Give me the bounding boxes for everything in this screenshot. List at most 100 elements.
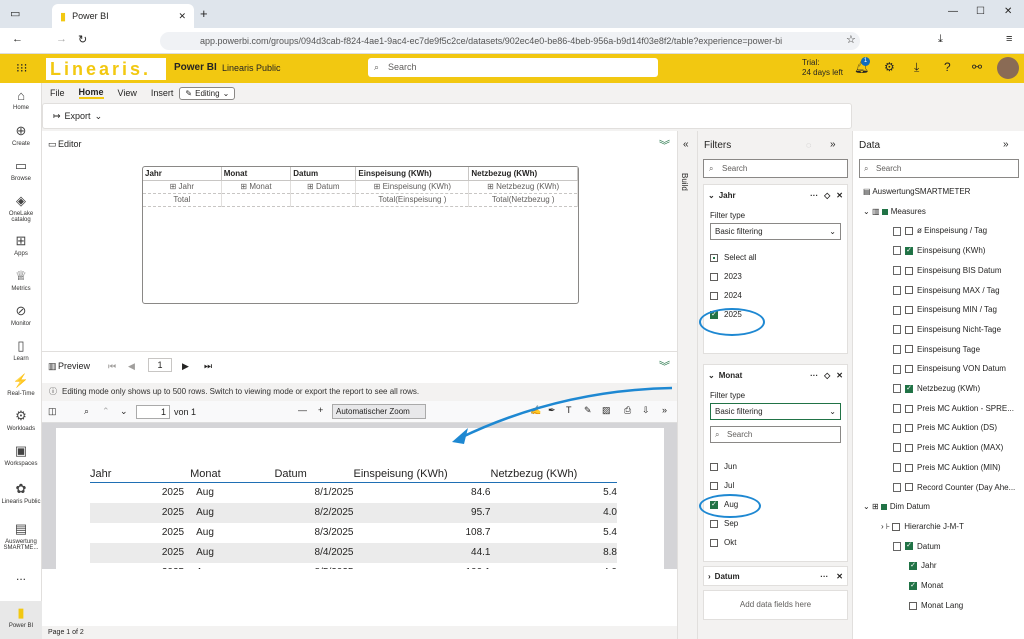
- close-icon[interactable]: ✕: [178, 11, 186, 22]
- zoom-in-icon[interactable]: +: [318, 405, 323, 415]
- nav-item-0[interactable]: ⌂ Home: [0, 88, 42, 111]
- matrix-header[interactable]: Einspeisung (KWh): [355, 167, 470, 181]
- more-icon[interactable]: ···: [820, 572, 828, 581]
- zoom-select[interactable]: Automatischer Zoom: [332, 404, 426, 419]
- checkbox[interactable]: [905, 345, 913, 354]
- nav-item-7[interactable]: ▯ Learn: [0, 338, 42, 362]
- data-tree-row[interactable]: Einspeisung MIN / Tag: [893, 305, 997, 315]
- checkbox[interactable]: [710, 253, 718, 262]
- filter-item[interactable]: Okt: [704, 533, 847, 552]
- checkbox[interactable]: [710, 291, 718, 300]
- matrix-field-cell[interactable]: ⊞ Datum: [290, 180, 357, 194]
- filter-card-header[interactable]: › Datum ··· ✕: [704, 567, 847, 585]
- monat-search[interactable]: ⌕ Search: [710, 426, 841, 443]
- more-icon[interactable]: ···: [810, 191, 818, 200]
- zoom-out-icon[interactable]: —: [298, 405, 307, 415]
- editing-mode-button[interactable]: ✎ Editing ⌄: [179, 86, 236, 100]
- pdf-page-input[interactable]: 1: [136, 405, 170, 419]
- download-icon[interactable]: ⤓: [914, 60, 919, 75]
- build-tab[interactable]: « Build: [677, 131, 697, 639]
- window-close-icon[interactable]: ✕: [1004, 6, 1012, 17]
- matrix-header[interactable]: Netzbezug (KWh): [468, 167, 578, 181]
- filter-item[interactable]: Jun: [704, 457, 847, 476]
- menu-icon[interactable]: ≡: [1006, 33, 1012, 45]
- matrix-field-cell[interactable]: ⊞ Monat: [221, 180, 292, 194]
- data-tree-row[interactable]: Preis MC Auktion - SPRE...: [893, 404, 1014, 414]
- data-tree-row[interactable]: Einspeisung VON Datum: [893, 364, 1006, 374]
- filter-type-select-monat[interactable]: Basic filtering ⌄: [710, 403, 841, 420]
- checkbox[interactable]: ✓: [905, 246, 913, 255]
- data-tree-row[interactable]: ▤ AuswertungSMARTMETER: [863, 187, 970, 196]
- nav-item-6[interactable]: ⊘ Monitor: [0, 303, 42, 327]
- filter-item[interactable]: Jul: [704, 476, 847, 495]
- back-icon[interactable]: ←: [12, 33, 23, 45]
- page-up-icon[interactable]: ⌃: [102, 406, 110, 417]
- bookmark-icon[interactable]: ☆: [846, 33, 856, 46]
- nav-item-1[interactable]: ⊕ Create: [0, 123, 42, 147]
- checkbox[interactable]: [905, 463, 913, 472]
- checkbox[interactable]: [905, 483, 913, 492]
- add-fields-dropzone[interactable]: Add data fields here: [703, 590, 848, 620]
- checkbox[interactable]: [710, 538, 718, 547]
- workspace-name[interactable]: Linearis Public: [222, 63, 281, 73]
- nav-item-10[interactable]: ▣ Workspaces: [0, 443, 42, 467]
- matrix-visual[interactable]: Jahr Monat Datum Einspeisung (KWh) Netzbezug…: [142, 166, 579, 304]
- share-icon[interactable]: ⚯: [972, 60, 982, 74]
- filter-item[interactable]: 2024: [704, 286, 847, 305]
- nav-item-5[interactable]: ♕ Metrics: [0, 268, 42, 292]
- data-tree-row[interactable]: Einspeisung Tage: [893, 345, 980, 354]
- checkbox[interactable]: [710, 462, 718, 471]
- menu-view[interactable]: View: [118, 88, 137, 98]
- browser-tab[interactable]: ▮ Power BI ✕: [52, 4, 194, 28]
- expand-right-icon[interactable]: »: [830, 139, 836, 150]
- expand-right-icon[interactable]: »: [1003, 139, 1009, 150]
- prev-page-icon[interactable]: ◀: [128, 361, 135, 372]
- checkbox[interactable]: ✓: [909, 562, 917, 571]
- collapse-icon[interactable]: ︾: [659, 137, 670, 153]
- tab-list-icon[interactable]: ▭: [10, 7, 20, 20]
- data-tree-row[interactable]: Preis MC Auktion (DS): [893, 423, 997, 433]
- first-page-icon[interactable]: ⏮: [108, 361, 116, 372]
- minimize-icon[interactable]: —: [948, 6, 958, 17]
- export-button[interactable]: ↦ Export ⌄: [53, 111, 102, 122]
- checkbox[interactable]: ✓: [905, 384, 913, 393]
- data-tree-row[interactable]: Einspeisung MAX / Tag: [893, 286, 1000, 295]
- checkbox[interactable]: [710, 481, 718, 490]
- data-tree-row[interactable]: Preis MC Auktion (MIN): [893, 463, 1001, 473]
- data-tree-row[interactable]: Einspeisung BIS Datum: [893, 266, 1002, 276]
- filter-item[interactable]: 2023: [704, 267, 847, 286]
- nav-item-2[interactable]: ▭ Browse: [0, 158, 42, 182]
- data-tree-row[interactable]: ⌄ ⊞ Dim Datum: [863, 502, 930, 511]
- close-icon[interactable]: ✕: [836, 191, 843, 200]
- nav-item-3[interactable]: ◈ OneLake catalog: [0, 193, 42, 223]
- data-tree-row[interactable]: Einspeisung Nicht-Tage: [893, 325, 1001, 335]
- checkbox[interactable]: [905, 227, 913, 236]
- nav-item-12[interactable]: ▤ Auswertung SMARTME...: [0, 521, 42, 551]
- avatar[interactable]: [997, 57, 1019, 79]
- sidebar-toggle-icon[interactable]: ◫: [48, 406, 57, 417]
- trial-days[interactable]: 24 days left: [802, 68, 843, 77]
- close-icon[interactable]: ✕: [836, 371, 843, 380]
- more-icon[interactable]: ···: [810, 371, 818, 380]
- data-tree-row[interactable]: Preis MC Auktion (MAX): [893, 443, 1003, 453]
- maximize-icon[interactable]: ☐: [976, 6, 985, 17]
- settings-icon[interactable]: ⚙: [884, 60, 895, 74]
- search-input[interactable]: ⌕ Search: [368, 58, 658, 77]
- forward-icon[interactable]: →: [56, 33, 67, 45]
- checkbox[interactable]: [905, 424, 913, 433]
- find-icon[interactable]: ⌕: [84, 406, 89, 417]
- checkbox[interactable]: [710, 272, 718, 281]
- checkbox[interactable]: [905, 325, 913, 334]
- help-icon[interactable]: ?: [944, 60, 951, 74]
- checkbox[interactable]: [905, 286, 913, 295]
- address-bar[interactable]: app.powerbi.com/groups/094d3cab-f824-4ae…: [160, 32, 860, 50]
- menu-insert[interactable]: Insert: [151, 88, 174, 98]
- data-tree-row[interactable]: ✓ Monat: [909, 581, 943, 590]
- matrix-field-cell[interactable]: ⊞ Einspeisung (KWh): [355, 180, 470, 194]
- data-tree-row[interactable]: ⌄ ▥ Measures: [863, 207, 926, 216]
- checkbox[interactable]: [905, 404, 913, 413]
- filter-card-header[interactable]: ⌄ Jahr ··· ◇ ✕: [704, 185, 847, 205]
- reload-icon[interactable]: ↻: [78, 33, 87, 46]
- app-launcher-icon[interactable]: ⁝⁝⁝: [16, 61, 27, 75]
- matrix-header[interactable]: Datum: [290, 167, 357, 181]
